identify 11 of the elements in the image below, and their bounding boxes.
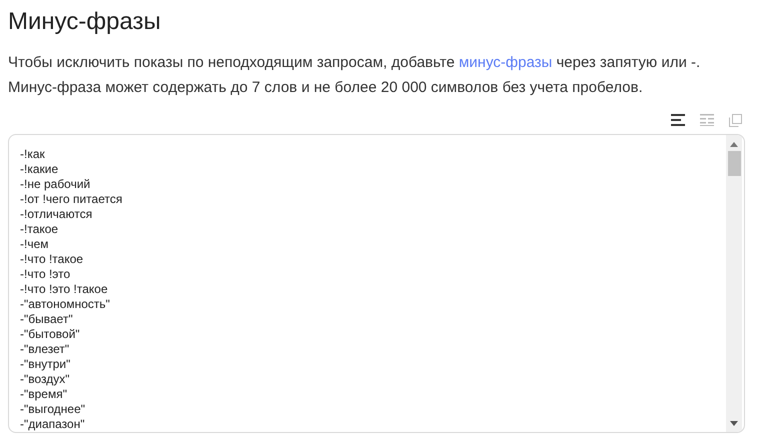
copy-icon[interactable]	[729, 114, 742, 126]
section-title: Минус-фразы	[8, 7, 162, 37]
align-left-icon[interactable]	[671, 114, 685, 126]
description-text: Чтобы исключить показы по неподходящим запросам, добавьте минус-фразы через запятую или -. Минус-фраза может содержать до 7 слов и не более 20 000 символов без учета пробелов.	[8, 53, 702, 98]
minus-phrases-field[interactable]: -!как -!какие -!не рабочий -!от !чего питается -!отличаются -!такое -!чем -!что !такое -!что !это -!что !это !такое -"автономность" -"бывает" -"бытовой" -"влезет" -"внутри" -"воздух" -"время" -"выгоднее" -"диапазон"	[8, 134, 745, 433]
minus-phrases-link[interactable]: минус-фразы	[458, 54, 552, 71]
columns-icon[interactable]	[700, 114, 714, 126]
scrollbar[interactable]	[726, 135, 742, 432]
scrollbar-thumb[interactable]	[728, 151, 740, 176]
scroll-up-icon[interactable]	[730, 142, 738, 147]
scroll-down-icon[interactable]	[730, 421, 738, 426]
